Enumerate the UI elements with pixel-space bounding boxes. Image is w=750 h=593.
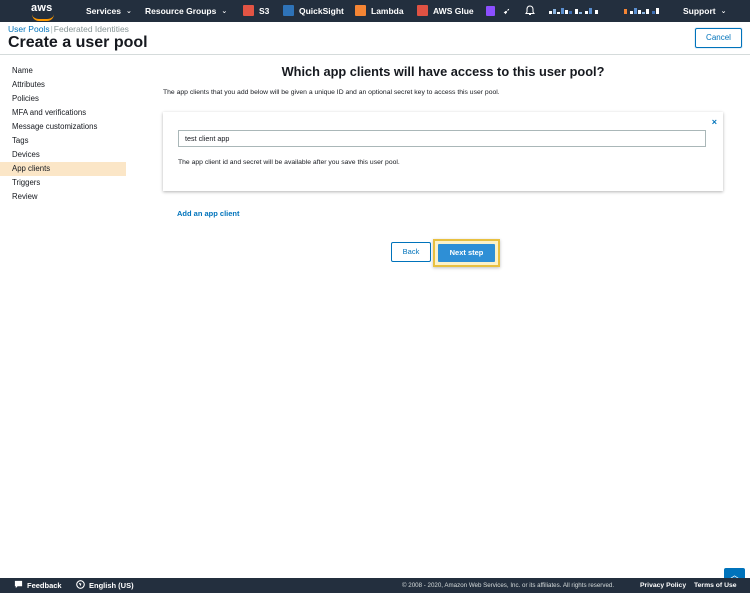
quicksight-icon (283, 5, 294, 16)
top-nav: aws Services ⌄ Resource Groups ⌄ S3 QuickS… (0, 0, 750, 22)
sidebar-item-tags[interactable]: Tags (0, 134, 126, 148)
pin-aws-glue[interactable]: AWS Glue (417, 0, 474, 22)
account-redacted-bars[interactable] (549, 8, 601, 14)
terms-of-use-link[interactable]: Terms of Use (694, 578, 737, 593)
pin-s3[interactable]: S3 (243, 0, 269, 22)
section-title: Which app clients will have access to th… (281, 64, 605, 79)
breadcrumb: User Pools|Federated Identities (8, 24, 129, 34)
copyright-text: © 2008 - 2020, Amazon Web Services, Inc.… (402, 582, 615, 589)
page-title: Create a user pool (8, 34, 148, 51)
services-menu[interactable]: Services ⌄ (86, 0, 132, 22)
wizard-sidebar: Name Attributes Policies MFA and verific… (0, 64, 126, 204)
resource-groups-menu[interactable]: Resource Groups ⌄ (145, 0, 227, 22)
sidebar-item-mfa-and-verifications[interactable]: MFA and verifications (0, 106, 126, 120)
back-button[interactable]: Back (391, 242, 431, 262)
chevron-down-icon: ⌄ (125, 8, 132, 15)
breadcrumb-user-pools[interactable]: User Pools (8, 24, 50, 34)
chevron-down-icon: ⌄ (720, 8, 727, 15)
feedback-link[interactable]: Feedback (14, 578, 62, 593)
pin-extension-purple[interactable] (486, 0, 500, 22)
bell-icon (525, 5, 535, 15)
breadcrumb-federated-identities[interactable]: Federated Identities (54, 24, 129, 34)
chevron-down-icon: ⌄ (221, 8, 228, 15)
language-selector[interactable]: English (US) (76, 578, 134, 593)
sidebar-item-policies[interactable]: Policies (0, 92, 126, 106)
pin-lambda[interactable]: Lambda (355, 0, 404, 22)
sidebar-item-triggers[interactable]: Triggers (0, 176, 126, 190)
support-menu[interactable]: Support ⌄ (683, 0, 726, 22)
app-client-name-input[interactable] (178, 130, 706, 147)
sidebar-item-name[interactable]: Name (0, 64, 126, 78)
lambda-icon (355, 5, 366, 16)
purple-extension-icon (486, 6, 495, 16)
sidebar-item-devices[interactable]: Devices (0, 148, 126, 162)
header-divider (0, 54, 750, 55)
s3-icon (243, 5, 254, 16)
sidebar-item-app-clients[interactable]: App clients (0, 162, 126, 176)
privacy-policy-link[interactable]: Privacy Policy (640, 578, 686, 593)
add-app-client-link[interactable]: Add an app client (177, 209, 240, 218)
footer: Feedback English (US) © 2008 - 2020, Ama… (0, 578, 750, 593)
notifications-bell[interactable] (525, 0, 535, 22)
cancel-button[interactable]: Cancel (695, 28, 742, 48)
app-client-note: The app client id and secret will be ava… (178, 159, 400, 166)
cursor-arrow-icon: ➹ (503, 6, 511, 16)
sidebar-item-message-customizations[interactable]: Message customizations (0, 120, 126, 134)
breadcrumb-separator: | (50, 24, 53, 34)
pin-extension-arrow[interactable]: ➹ (503, 0, 511, 22)
region-redacted-bars[interactable] (624, 8, 666, 14)
next-step-button[interactable]: Next step (438, 244, 495, 262)
aws-smile-icon (32, 14, 54, 21)
next-step-highlight: Next step (433, 239, 500, 267)
glue-icon (417, 5, 428, 16)
aws-logo[interactable]: aws (30, 0, 56, 22)
globe-icon (76, 580, 85, 589)
app-client-card: × The app client id and secret will be a… (163, 112, 723, 191)
section-description: The app clients that you add below will … (163, 89, 500, 96)
sidebar-item-review[interactable]: Review (0, 190, 126, 204)
pin-quicksight[interactable]: QuickSight (283, 0, 344, 22)
remove-client-close-icon[interactable]: × (712, 117, 717, 127)
speech-bubble-icon (14, 580, 23, 589)
sidebar-item-attributes[interactable]: Attributes (0, 78, 126, 92)
